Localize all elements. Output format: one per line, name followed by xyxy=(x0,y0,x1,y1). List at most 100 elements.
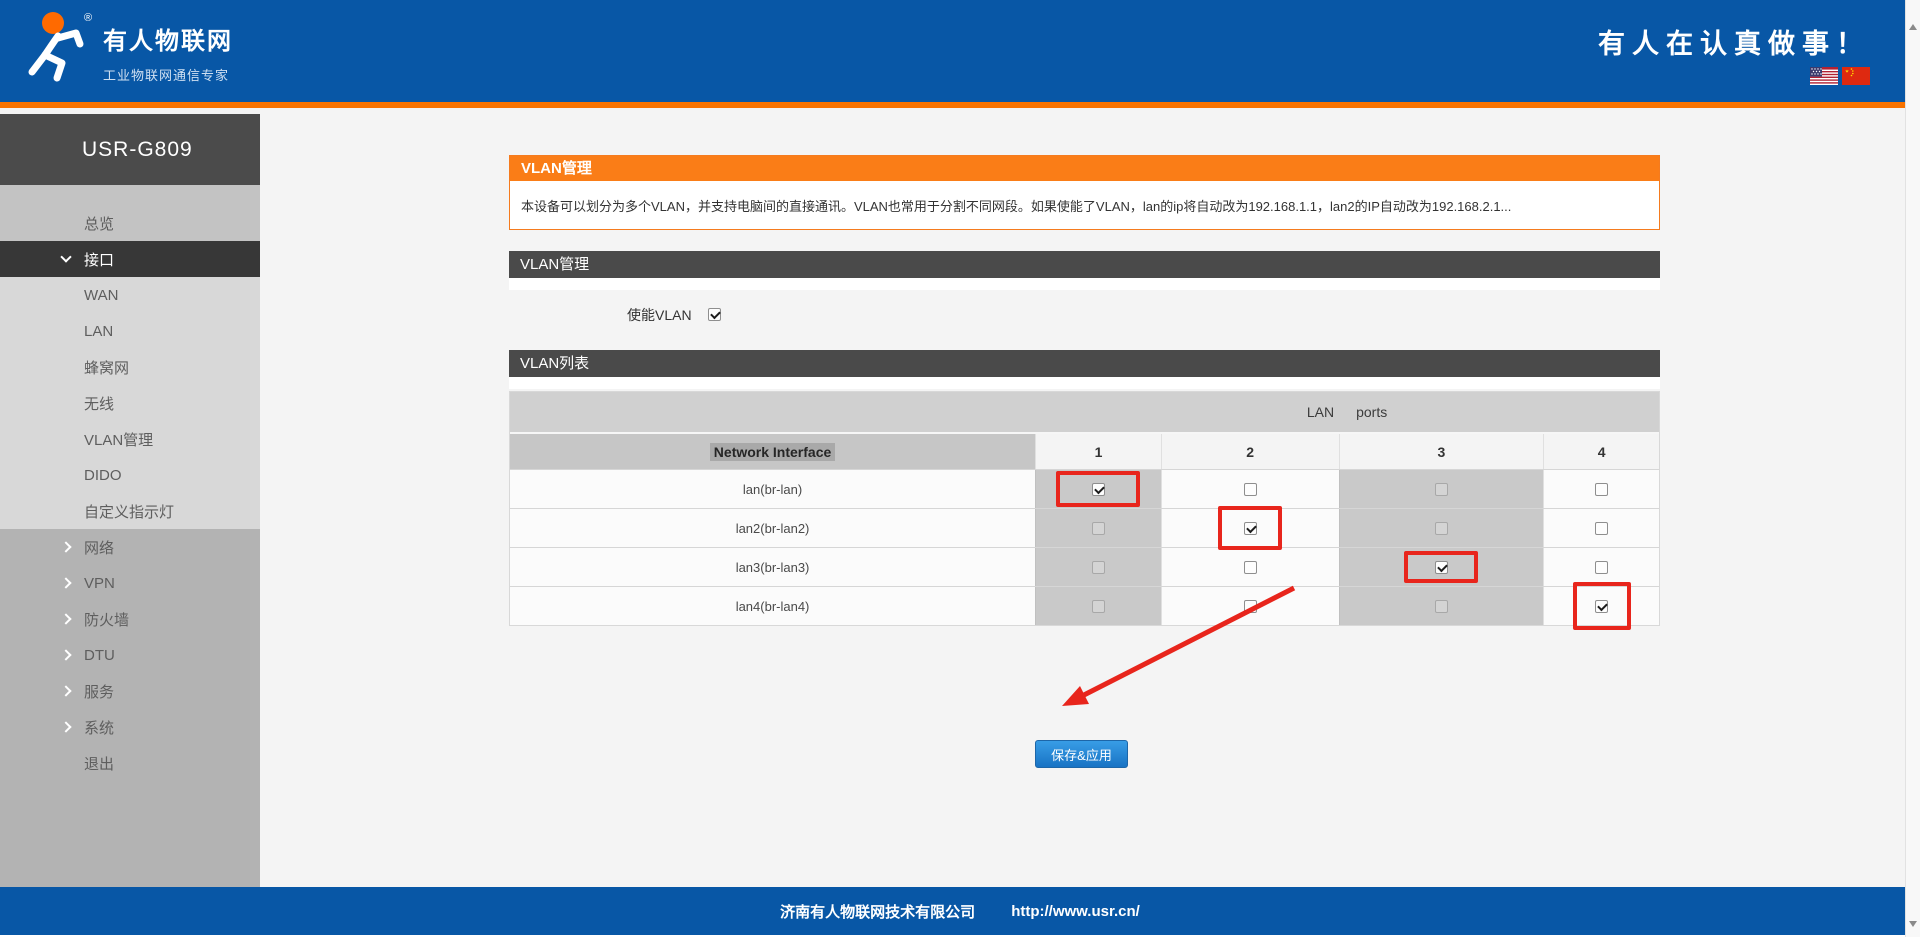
port-checkbox-lan2-2[interactable] xyxy=(1244,522,1257,535)
registered-mark: ® xyxy=(84,12,92,24)
port-cell xyxy=(1543,548,1659,586)
port-checkbox-lan4-4[interactable] xyxy=(1595,600,1608,613)
port-cell xyxy=(1161,470,1339,508)
table-row-lan: lan(br-lan) xyxy=(510,469,1659,508)
sidebar-item-firewall[interactable]: 防火墙 xyxy=(0,601,260,637)
port-header-3: 3 xyxy=(1339,434,1544,469)
footer-company: 济南有人物联网技术有限公司 xyxy=(780,901,975,922)
interface-name-cell: lan(br-lan) xyxy=(510,470,1035,508)
port-checkbox-lan4-2[interactable] xyxy=(1244,600,1257,613)
port-cell xyxy=(1161,548,1339,586)
port-checkbox-lan4-1[interactable] xyxy=(1092,600,1105,613)
footer-url[interactable]: http://www.usr.cn/ xyxy=(1011,903,1140,920)
sidebar-item-label: DTU xyxy=(84,647,115,664)
brand-subtitle: 工业物联网通信专家 xyxy=(103,65,233,84)
port-checkbox-lan3-2[interactable] xyxy=(1244,561,1257,574)
interface-name-cell: lan2(br-lan2) xyxy=(510,509,1035,547)
sidebar-item-label: 总览 xyxy=(84,213,114,234)
router-admin-page: ® 有人物联网 工业物联网通信专家 有人在认真做事！ xyxy=(0,0,1920,937)
slogan-block: 有人在认真做事！ xyxy=(1598,22,1870,85)
sidebar-item-label: VPN xyxy=(84,575,115,592)
sidebar-item-wireless[interactable]: 无线 xyxy=(0,385,260,421)
interface-name-cell: lan3(br-lan3) xyxy=(510,548,1035,586)
sidebar-item-label: 自定义指示灯 xyxy=(84,501,174,522)
port-cell xyxy=(1543,470,1659,508)
sidebar-section-top: 总览 xyxy=(0,185,260,241)
sidebar-item-logout[interactable]: 退出 xyxy=(0,745,260,781)
page-scrollbar[interactable] xyxy=(1905,0,1920,937)
port-checkbox-lan2-3[interactable] xyxy=(1435,522,1448,535)
sidebar-item-label: DIDO xyxy=(84,467,122,484)
port-checkbox-lan4-3[interactable] xyxy=(1435,600,1448,613)
sidebar-item-custom-led[interactable]: 自定义指示灯 xyxy=(0,493,260,529)
scroll-down-icon[interactable] xyxy=(1909,921,1917,927)
sidebar-item-service[interactable]: 服务 xyxy=(0,673,260,709)
vlan-table-body: lan(br-lan)lan2(br-lan2)lan3(br-lan3)lan… xyxy=(510,469,1659,625)
sidebar-section-collapsed: 网络 VPN 防火墙 DTU 服务系统退出 xyxy=(0,529,260,887)
sidebar-item-vpn[interactable]: VPN xyxy=(0,565,260,601)
port-checkbox-lan-3[interactable] xyxy=(1435,483,1448,496)
sidebar-item-overview[interactable]: 总览 xyxy=(0,205,260,241)
vlan-table: LAN ports Network Interface 1234 lan(br-… xyxy=(509,391,1660,626)
port-cell xyxy=(1161,587,1339,625)
sidebar-section-selected: 接口 xyxy=(0,241,260,277)
port-checkbox-lan2-1[interactable] xyxy=(1092,522,1105,535)
table-row-lan4: lan4(br-lan4) xyxy=(510,586,1659,625)
sidebar-item-label: 系统 xyxy=(84,717,114,738)
brand-title: 有人物联网 xyxy=(103,21,233,56)
sidebar-item-label: 无线 xyxy=(84,393,114,414)
save-apply-button[interactable]: 保存&应用 xyxy=(1035,740,1128,768)
lan-label: LAN xyxy=(1307,404,1334,420)
sidebar-item-lan[interactable]: LAN xyxy=(0,313,260,349)
port-checkbox-lan-1[interactable] xyxy=(1092,483,1105,496)
port-checkbox-lan3-4[interactable] xyxy=(1595,561,1608,574)
sidebar-item-cellular[interactable]: 蜂窝网 xyxy=(0,349,260,385)
port-cell xyxy=(1035,509,1161,547)
port-cell xyxy=(1543,587,1659,625)
port-header-4: 4 xyxy=(1543,434,1659,469)
sidebar-section-sub: WAN LAN 蜂窝网无线 VLAN管理 DIDO 自定义指示灯 xyxy=(0,277,260,529)
section-strip xyxy=(509,278,1660,290)
interface-name-cell: lan4(br-lan4) xyxy=(510,587,1035,625)
sidebar-item-network[interactable]: 网络 xyxy=(0,529,260,565)
port-checkbox-lan-4[interactable] xyxy=(1595,483,1608,496)
port-header-1: 1 xyxy=(1035,434,1161,469)
device-name: USR-G809 xyxy=(0,114,260,185)
port-cell xyxy=(1035,470,1161,508)
port-checkbox-lan-2[interactable] xyxy=(1244,483,1257,496)
port-header-row-wrap: Network Interface 1234 xyxy=(510,432,1659,469)
sidebar-item-label: 蜂窝网 xyxy=(84,357,129,378)
sidebar-item-vlan[interactable]: VLAN管理 xyxy=(0,421,260,457)
main-area: VLAN管理 本设备可以划分为多个VLAN，并支持电脑间的直接通讯。VLAN也常… xyxy=(260,114,1905,887)
sidebar-item-dtu[interactable]: DTU xyxy=(0,637,260,673)
vlan-list-section-bar: VLAN列表 xyxy=(509,350,1660,377)
scroll-up-icon[interactable] xyxy=(1909,24,1917,30)
sidebar-item-label: 网络 xyxy=(84,537,114,558)
cn-flag-icon[interactable] xyxy=(1842,67,1870,85)
sidebar-item-interface[interactable]: 接口 xyxy=(0,241,260,277)
chevron-down-icon xyxy=(60,251,71,262)
enable-vlan-checkbox[interactable] xyxy=(708,308,721,321)
sidebar-item-label: VLAN管理 xyxy=(84,429,153,450)
sidebar-item-system[interactable]: 系统 xyxy=(0,709,260,745)
port-cell xyxy=(1543,509,1659,547)
sidebar-item-label: 防火墙 xyxy=(84,609,129,630)
vlan-intro-panel: VLAN管理 本设备可以划分为多个VLAN，并支持电脑间的直接通讯。VLAN也常… xyxy=(509,155,1660,230)
vlan-manage-section-bar: VLAN管理 xyxy=(509,251,1660,278)
us-flag-icon[interactable] xyxy=(1810,67,1838,85)
intro-panel-title: VLAN管理 xyxy=(510,156,1659,181)
sidebar-item-label: LAN xyxy=(84,323,113,340)
port-header-2: 2 xyxy=(1161,434,1339,469)
sidebar-item-dido[interactable]: DIDO xyxy=(0,457,260,493)
chevron-right-icon xyxy=(60,721,71,732)
table-row-lan2: lan2(br-lan2) xyxy=(510,508,1659,547)
sidebar-item-wan[interactable]: WAN xyxy=(0,277,260,313)
port-cell xyxy=(1339,470,1544,508)
port-checkbox-lan3-1[interactable] xyxy=(1092,561,1105,574)
enable-vlan-row: 使能VLAN xyxy=(509,290,1660,350)
sidebar: USR-G809 总览接口WAN LAN 蜂窝网无线 VLAN管理 DIDO 自定义指示灯… xyxy=(0,114,260,887)
footer: 济南有人物联网技术有限公司 http://www.usr.cn/ xyxy=(0,887,1920,935)
port-checkbox-lan3-3[interactable] xyxy=(1435,561,1448,574)
sidebar-item-label: 服务 xyxy=(84,681,114,702)
port-checkbox-lan2-4[interactable] xyxy=(1595,522,1608,535)
